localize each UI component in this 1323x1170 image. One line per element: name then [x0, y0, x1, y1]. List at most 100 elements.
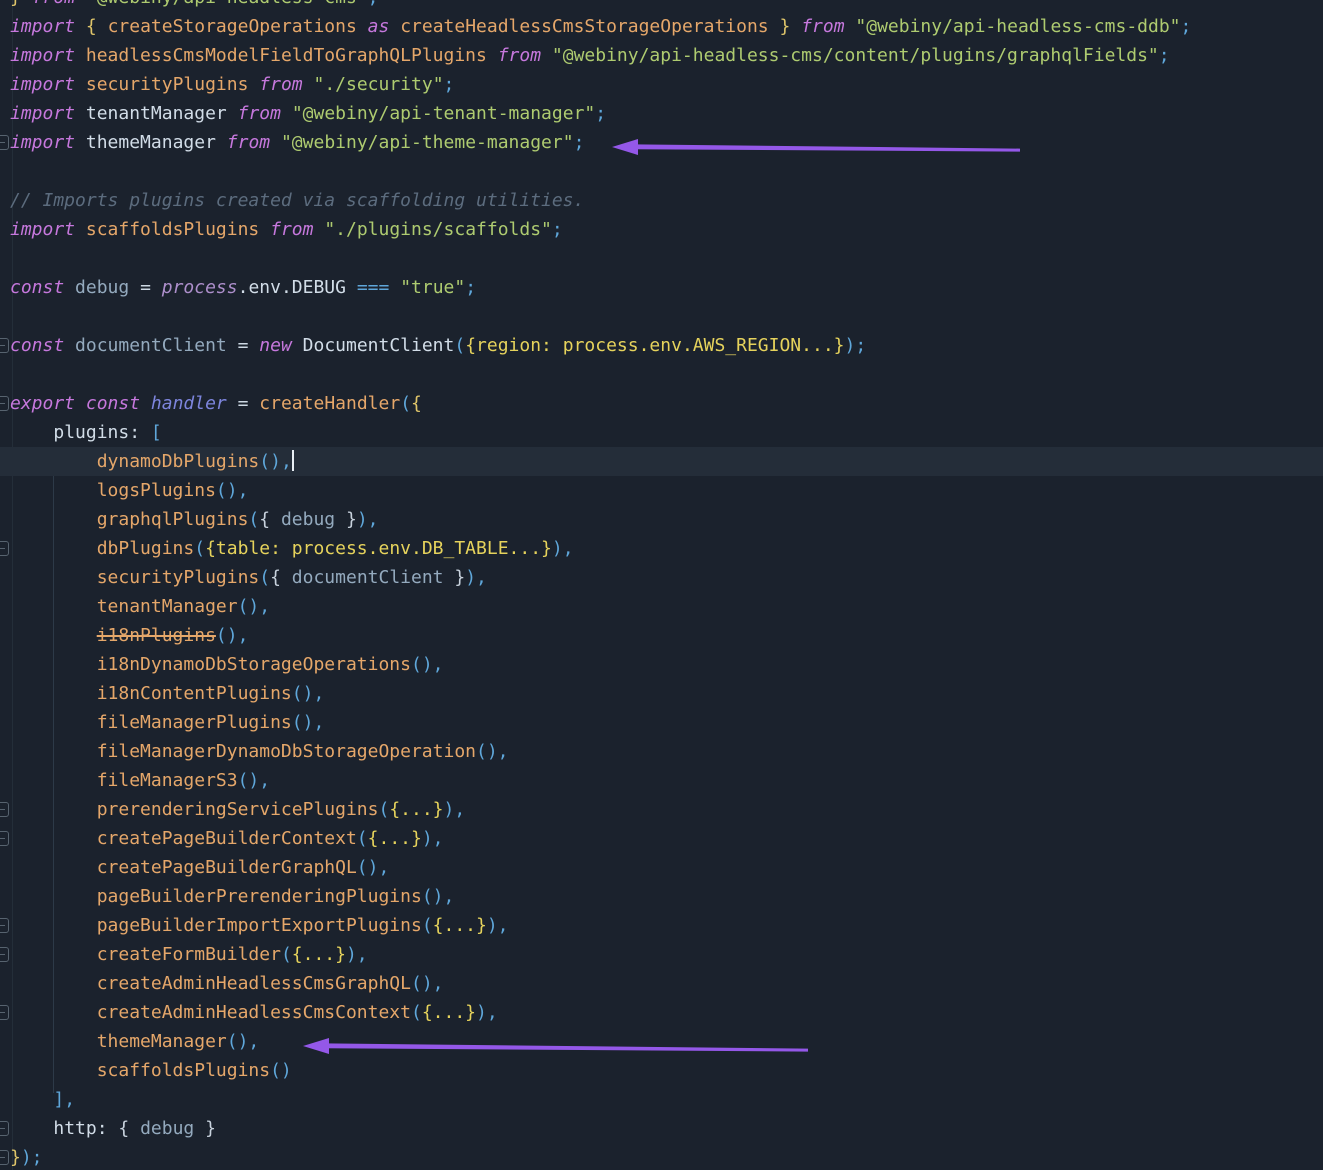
code-line[interactable]: http: { debug } [0, 1114, 1323, 1143]
code-token: "@webiny/api-headless-cms-ddb" [855, 16, 1180, 37]
code-line[interactable]: pageBuilderPrerenderingPlugins(), [0, 882, 1323, 911]
code-line[interactable]: import scaffoldsPlugins from "./plugins/… [0, 215, 1323, 244]
code-line[interactable]: import headlessCmsModelFieldToGraphQLPlu… [0, 41, 1323, 70]
code-token: (), [238, 770, 271, 791]
code-token: ), [357, 509, 379, 530]
code-token: i18nDynamoDbStorageOperations [97, 654, 411, 675]
code-line[interactable]: const debug = process.env.DEBUG === "tru… [0, 273, 1323, 302]
code-token: ( [454, 335, 465, 356]
code-line[interactable]: import themeManager from "@webiny/api-th… [0, 128, 1323, 157]
code-line[interactable]: dynamoDbPlugins(), [0, 447, 1323, 476]
code-token [75, 103, 86, 124]
code-token [444, 567, 455, 588]
code-token: {...} [368, 828, 422, 849]
code-line[interactable]: plugins: [ [0, 418, 1323, 447]
code-token: ), [346, 944, 368, 965]
code-token: { [411, 393, 422, 414]
code-token: logsPlugins [97, 480, 216, 501]
code-token: ( [248, 509, 259, 530]
code-token: ), [487, 915, 509, 936]
code-line[interactable]: prerenderingServicePlugins({...}), [0, 795, 1323, 824]
code-token [259, 219, 270, 240]
code-line[interactable]: i18nPlugins(), [0, 621, 1323, 650]
code-line[interactable]: graphqlPlugins({ debug }), [0, 505, 1323, 534]
code-token [10, 828, 97, 849]
code-token [108, 1118, 119, 1139]
fold-collapse-icon[interactable] [0, 802, 9, 817]
code-line[interactable]: fileManagerS3(), [0, 766, 1323, 795]
code-token [10, 480, 97, 501]
code-editor[interactable]: } from "@webiny/api-headless-cms";import… [0, 0, 1323, 1170]
code-token: i18nPlugins [97, 625, 216, 646]
code-line[interactable]: i18nDynamoDbStorageOperations(), [0, 650, 1323, 679]
code-line[interactable]: logsPlugins(), [0, 476, 1323, 505]
code-line[interactable]: createPageBuilderGraphQL(), [0, 853, 1323, 882]
code-line[interactable]: pageBuilderImportExportPlugins({...}), [0, 911, 1323, 940]
code-token [10, 1031, 97, 1052]
code-line[interactable] [0, 360, 1323, 389]
code-token: dbPlugins [97, 538, 195, 559]
fold-collapse-icon[interactable] [0, 1005, 9, 1020]
code-line[interactable] [0, 244, 1323, 273]
code-token: ( [259, 567, 270, 588]
code-token: { [270, 567, 281, 588]
code-token [487, 45, 498, 66]
fold-collapse-icon[interactable] [0, 135, 9, 150]
code-line[interactable]: createAdminHeadlessCmsGraphQL(), [0, 969, 1323, 998]
code-line[interactable]: createAdminHeadlessCmsContext({...}), [0, 998, 1323, 1027]
code-token [270, 132, 281, 153]
code-line[interactable]: import securityPlugins from "./security"… [0, 70, 1323, 99]
fold-collapse-icon[interactable] [0, 947, 9, 962]
code-token: securityPlugins [86, 74, 249, 95]
code-token [10, 654, 97, 675]
code-line[interactable]: ], [0, 1085, 1323, 1114]
fold-collapse-icon[interactable] [0, 831, 9, 846]
code-line[interactable]: createFormBuilder({...}), [0, 940, 1323, 969]
code-token [75, 16, 86, 37]
code-token: } [10, 0, 32, 8]
code-token: ], [53, 1089, 75, 1110]
code-line[interactable]: import tenantManager from "@webiny/api-t… [0, 99, 1323, 128]
code-line[interactable]: fileManagerPlugins(), [0, 708, 1323, 737]
code-line[interactable] [0, 157, 1323, 186]
code-line[interactable]: import { createStorageOperations as crea… [0, 12, 1323, 41]
code-token: {...} [422, 1002, 476, 1023]
fold-collapse-icon[interactable] [0, 918, 9, 933]
code-line[interactable]: createPageBuilderContext({...}), [0, 824, 1323, 853]
code-line[interactable]: export const handler = createHandler({ [0, 389, 1323, 418]
code-token: ); [21, 1147, 43, 1168]
fold-collapse-icon[interactable] [0, 396, 9, 411]
code-token: createPageBuilderGraphQL [97, 857, 357, 878]
code-line[interactable]: tenantManager(), [0, 592, 1323, 621]
code-token: } [346, 509, 357, 530]
code-token: import [10, 45, 75, 66]
code-line[interactable]: }); [0, 1143, 1323, 1170]
code-area[interactable]: } from "@webiny/api-headless-cms";import… [0, 0, 1323, 1170]
code-line[interactable]: securityPlugins({ documentClient }), [0, 563, 1323, 592]
code-line[interactable]: scaffoldsPlugins() [0, 1056, 1323, 1085]
code-token: createAdminHeadlessCmsContext [97, 1002, 411, 1023]
fold-collapse-icon[interactable] [0, 541, 9, 556]
code-token [10, 973, 97, 994]
code-token: from [227, 132, 270, 153]
code-line[interactable] [0, 302, 1323, 331]
code-token: from [801, 16, 844, 37]
fold-collapse-icon[interactable] [0, 1150, 9, 1165]
code-token: {...} [433, 915, 487, 936]
code-line[interactable]: fileManagerDynamoDbStorageOperation(), [0, 737, 1323, 766]
code-line[interactable]: // Imports plugins created via scaffoldi… [0, 186, 1323, 215]
code-token: (), [227, 1031, 260, 1052]
fold-collapse-icon[interactable] [0, 338, 9, 353]
code-token: { [86, 16, 97, 37]
code-token [10, 451, 97, 472]
code-line[interactable]: dbPlugins({table: process.env.DB_TABLE..… [0, 534, 1323, 563]
code-token: "@webiny/api-headless-cms" [86, 0, 368, 8]
fold-collapse-icon[interactable] [0, 1121, 9, 1136]
code-line[interactable]: i18nContentPlugins(), [0, 679, 1323, 708]
code-token: createPageBuilderContext [97, 828, 357, 849]
code-line[interactable]: } from "@webiny/api-headless-cms"; [0, 0, 1323, 12]
code-line[interactable]: const documentClient = new DocumentClien… [0, 331, 1323, 360]
code-token: ; [595, 103, 606, 124]
code-line[interactable]: themeManager(), [0, 1027, 1323, 1056]
code-token: pageBuilderPrerenderingPlugins [97, 886, 422, 907]
